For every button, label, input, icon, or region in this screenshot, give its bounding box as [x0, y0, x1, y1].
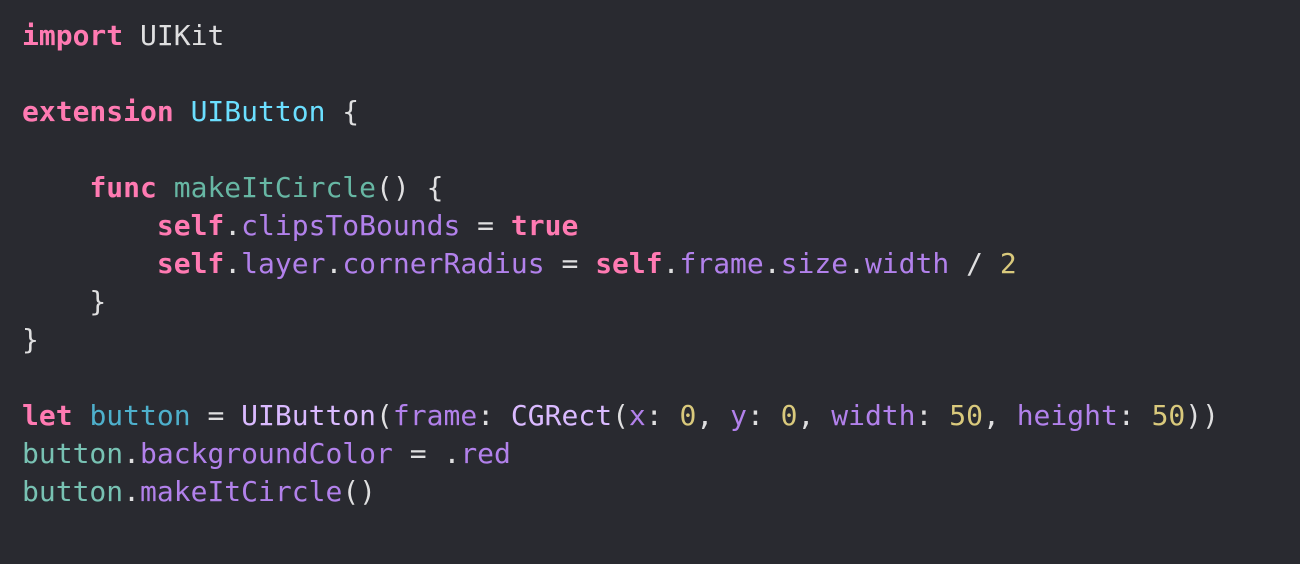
code-token: .: [224, 209, 242, 242]
code-line[interactable]: import UIKit: [22, 17, 1300, 55]
code-token: import: [22, 19, 124, 52]
code-token: self: [595, 247, 663, 280]
code-token: x: [628, 399, 646, 432]
code-token: red: [460, 437, 511, 470]
code-token: makeItCircle: [140, 475, 343, 508]
code-token: (): [342, 475, 377, 508]
code-token: button: [22, 437, 124, 470]
code-token: .: [123, 437, 141, 470]
code-token: y: [730, 399, 747, 432]
code-token: )): [1185, 399, 1219, 432]
code-token: (: [612, 399, 629, 432]
code-token: =: [190, 399, 242, 432]
code-token: frame: [392, 399, 478, 432]
code-token: .: [123, 475, 141, 508]
code-token: (: [376, 399, 393, 432]
code-token: width: [864, 247, 950, 280]
code-line[interactable]: button.backgroundColor = .red: [22, 435, 1300, 473]
code-token: .: [662, 247, 680, 280]
code-token: size: [780, 247, 849, 280]
code-token: .: [443, 437, 461, 470]
code-token: self: [156, 247, 225, 280]
code-token: 0: [780, 399, 798, 432]
code-line[interactable]: extension UIButton {: [22, 93, 1300, 131]
code-token: makeItCircle: [173, 171, 377, 204]
code-token: button: [22, 475, 124, 508]
code-token: }: [22, 323, 39, 356]
code-token: :: [645, 399, 680, 432]
code-token: .: [224, 247, 242, 280]
code-token: {: [325, 95, 360, 128]
code-line[interactable]: self.clipsToBounds = true: [22, 207, 1300, 245]
code-token: let: [22, 399, 73, 432]
code-line[interactable]: button.makeItCircle(): [22, 473, 1300, 511]
code-token: extension: [22, 95, 174, 128]
code-token: :: [746, 399, 781, 432]
code-token: :: [477, 399, 511, 432]
code-token: frame: [679, 247, 764, 280]
code-token: backgroundColor: [140, 437, 393, 470]
code-token: UIKit: [123, 19, 225, 52]
code-token: .: [325, 247, 343, 280]
code-area[interactable]: import UIKit​extension UIButton {​ func …: [22, 17, 1300, 511]
code-token: =: [392, 437, 444, 470]
code-token: button: [89, 399, 191, 432]
code-token: cornerRadius: [342, 247, 545, 280]
code-token: 50: [949, 399, 983, 432]
code-token: width: [831, 399, 916, 432]
code-token: UIButton: [190, 95, 326, 128]
code-token: 0: [679, 399, 697, 432]
code-token: self: [156, 209, 225, 242]
code-line[interactable]: }: [22, 321, 1300, 359]
code-token: ,: [797, 399, 832, 432]
code-token: ,: [982, 399, 1017, 432]
code-token: clipsToBounds: [241, 209, 461, 242]
code-editor[interactable]: import UIKit​extension UIButton {​ func …: [0, 0, 1300, 564]
code-token: }: [22, 285, 107, 318]
code-token: CGRect: [510, 399, 613, 432]
code-token: /: [949, 247, 1000, 280]
code-line[interactable]: let button = UIButton(frame: CGRect(x: 0…: [22, 397, 1300, 435]
code-line[interactable]: func makeItCircle() {: [22, 169, 1300, 207]
code-token: 2: [999, 247, 1017, 280]
code-token: :: [915, 399, 950, 432]
code-token: .: [763, 247, 781, 280]
code-line[interactable]: ​: [22, 55, 1300, 93]
code-token: true: [510, 209, 579, 242]
code-line[interactable]: }: [22, 283, 1300, 321]
code-token: layer: [241, 247, 326, 280]
code-line[interactable]: self.layer.cornerRadius = self.frame.siz…: [22, 245, 1300, 283]
code-token: .: [848, 247, 865, 280]
code-token: :: [1117, 399, 1152, 432]
code-token: 50: [1151, 399, 1186, 432]
code-token: func: [89, 171, 157, 204]
code-line[interactable]: ​: [22, 359, 1300, 397]
code-token: =: [544, 247, 596, 280]
code-token: height: [1016, 399, 1118, 432]
code-line[interactable]: ​: [22, 131, 1300, 169]
code-token: UIButton: [241, 399, 377, 432]
code-token: =: [460, 209, 511, 242]
code-token: ,: [696, 399, 731, 432]
code-token: () {: [376, 171, 444, 204]
